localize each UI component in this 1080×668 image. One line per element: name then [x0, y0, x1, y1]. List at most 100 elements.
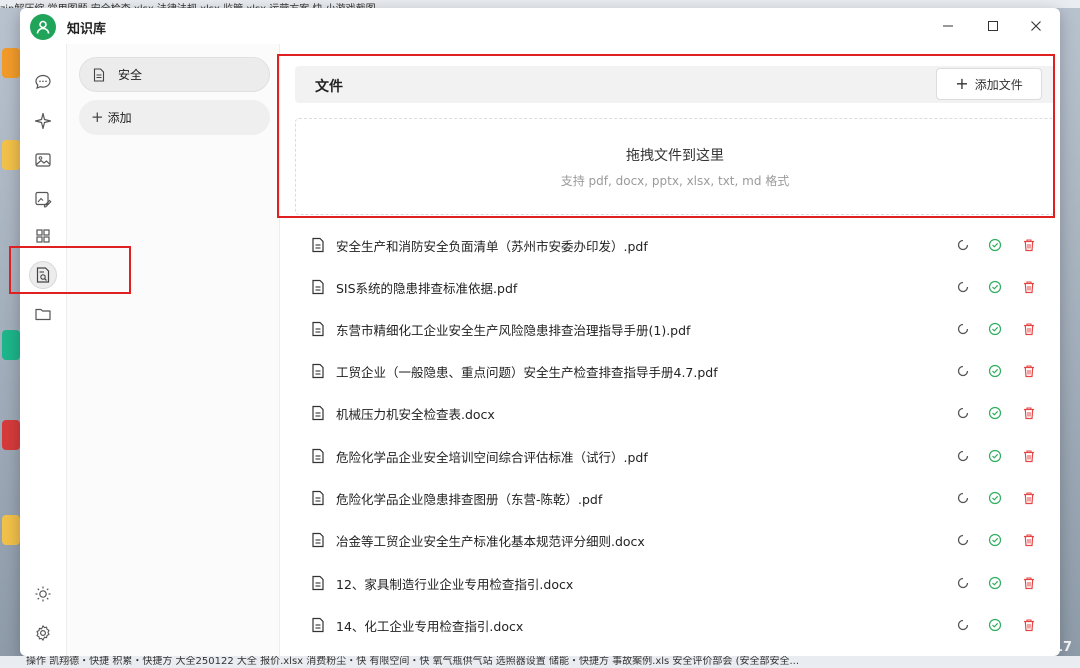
plus-icon: + — [91, 108, 104, 126]
file-row[interactable]: 安全生产和消防安全负面清单（苏州市安委办印发）.pdf — [310, 224, 1040, 266]
file-name: 冶金等工贸企业安全生产标准化基本规范评分细则.docx — [336, 533, 645, 549]
file-row[interactable]: 12、家具制造行业企业专用检查指引.docx — [310, 562, 1040, 604]
plus-icon: + — [955, 74, 969, 93]
refresh-icon[interactable] — [954, 447, 972, 465]
delete-trash-icon[interactable] — [1020, 278, 1038, 296]
file-icon — [312, 363, 324, 379]
desktop-taskbar-text: 操作 凯翔德・快捷 积累・快捷方 大全250122 大全 报价.xlsx 消费粉… — [0, 656, 1080, 668]
desktop-folder-icon[interactable] — [2, 515, 20, 545]
files-header: 文件 + 添加文件 — [295, 66, 1055, 103]
maximize-icon[interactable] — [978, 14, 1008, 38]
file-row[interactable]: 危险化学品企业安全培训空间综合评估标准（试行）.pdf — [310, 435, 1040, 477]
knowledge-base-list-panel: 安全 + 添加 — [66, 44, 280, 656]
refresh-icon[interactable] — [954, 320, 972, 338]
row-actions — [954, 616, 1040, 634]
knowledge-base-icon[interactable] — [29, 261, 57, 289]
kb-item-label: 安全 — [118, 68, 143, 82]
check-circle-icon — [986, 278, 1004, 296]
file-name: 安全生产和消防安全负面清单（苏州市安委办印发）.pdf — [336, 238, 648, 254]
theme-sun-icon[interactable] — [29, 580, 57, 608]
user-avatar-icon[interactable] — [30, 14, 56, 40]
check-circle-icon — [986, 320, 1004, 338]
row-actions — [954, 404, 1040, 422]
refresh-icon[interactable] — [954, 236, 972, 254]
file-dropzone[interactable]: 拖拽文件到这里 支持 pdf, docx, pptx, xlsx, txt, m… — [295, 118, 1055, 215]
add-kb-label: 添加 — [107, 111, 132, 125]
check-circle-icon — [986, 531, 1004, 549]
settings-gear-icon[interactable] — [29, 619, 57, 647]
minimize-icon[interactable] — [933, 14, 963, 38]
file-name: 危险化学品企业隐患排查图册（东营-陈乾）.pdf — [336, 491, 603, 507]
refresh-icon[interactable] — [954, 616, 972, 634]
file-row[interactable]: 东营市精细化工企业安全生产风险隐患排查治理指导手册(1).pdf — [310, 308, 1040, 350]
refresh-icon[interactable] — [954, 278, 972, 296]
delete-trash-icon[interactable] — [1020, 574, 1038, 592]
kb-item-safety[interactable]: 安全 — [79, 57, 270, 92]
refresh-icon[interactable] — [954, 362, 972, 380]
desktop-shield-icon[interactable] — [2, 330, 20, 360]
side-rail — [20, 44, 66, 656]
close-icon[interactable] — [1021, 14, 1051, 38]
file-icon — [312, 237, 324, 253]
knowledge-base-window: 知识库 安全 + 添加 文件 + 添加文件 拖拽文件到这里 支持 pdf, do… — [20, 8, 1060, 656]
file-name: SIS系统的隐患排查标准依据.pdf — [336, 280, 518, 296]
row-actions — [954, 531, 1040, 549]
row-actions — [954, 320, 1040, 338]
check-circle-icon — [986, 574, 1004, 592]
file-row[interactable]: 危险化学品企业隐患排查图册（东营-陈乾）.pdf — [310, 477, 1040, 519]
file-icon — [312, 617, 324, 633]
file-icon — [312, 448, 324, 464]
delete-trash-icon[interactable] — [1020, 447, 1038, 465]
file-icon — [312, 279, 324, 295]
sparkle-icon[interactable] — [29, 107, 57, 135]
delete-trash-icon[interactable] — [1020, 320, 1038, 338]
window-title: 知识库 — [67, 22, 107, 37]
watermark: CSDN @lemus17 — [951, 640, 1072, 655]
row-actions — [954, 447, 1040, 465]
refresh-icon[interactable] — [954, 531, 972, 549]
file-name: 12、家具制造行业企业专用检查指引.docx — [336, 576, 574, 592]
check-circle-icon — [986, 236, 1004, 254]
file-row[interactable]: SIS系统的隐患排查标准依据.pdf — [310, 266, 1040, 308]
refresh-icon[interactable] — [954, 404, 972, 422]
image-edit-icon[interactable] — [29, 185, 57, 213]
file-icon — [312, 575, 324, 591]
apps-grid-icon[interactable] — [29, 222, 57, 250]
desktop-app-icon[interactable] — [2, 48, 20, 78]
check-circle-icon — [986, 404, 1004, 422]
image-icon[interactable] — [29, 146, 57, 174]
file-name: 14、化工企业专用检查指引.docx — [336, 618, 524, 634]
row-actions — [954, 362, 1040, 380]
add-file-button[interactable]: + 添加文件 — [936, 68, 1042, 100]
title-bar: 知识库 — [20, 8, 1060, 44]
file-row[interactable]: 14、化工企业专用检查指引.docx — [310, 604, 1040, 646]
delete-trash-icon[interactable] — [1020, 489, 1038, 507]
delete-trash-icon[interactable] — [1020, 236, 1038, 254]
check-circle-icon — [986, 447, 1004, 465]
desktop-top-strip: zip解压缩 常用图题 安全检查.xlsx 法律法规.xlsx 监管.xlsx … — [0, 0, 1080, 8]
file-row[interactable]: 冶金等工贸企业安全生产标准化基本规范评分细则.docx — [310, 519, 1040, 561]
files-main: 文件 + 添加文件 拖拽文件到这里 支持 pdf, docx, pptx, xl… — [280, 44, 1060, 656]
refresh-icon[interactable] — [954, 489, 972, 507]
desktop-app-icon[interactable] — [2, 420, 20, 450]
file-name: 工贸企业（一般隐患、重点问题）安全生产检查排查指导手册4.7.pdf — [336, 364, 718, 380]
file-row[interactable]: 机械压力机安全检查表.docx — [310, 392, 1040, 434]
file-name: 东营市精细化工企业安全生产风险隐患排查治理指导手册(1).pdf — [336, 322, 691, 338]
files-title: 文件 — [315, 79, 343, 95]
file-name: 机械压力机安全检查表.docx — [336, 406, 495, 422]
file-name: 危险化学品企业安全培训空间综合评估标准（试行）.pdf — [336, 449, 648, 465]
file-row[interactable]: 工贸企业（一般隐患、重点问题）安全生产检查排查指导手册4.7.pdf — [310, 350, 1040, 392]
add-file-label: 添加文件 — [974, 77, 1023, 92]
row-actions — [954, 574, 1040, 592]
check-circle-icon — [986, 489, 1004, 507]
delete-trash-icon[interactable] — [1020, 531, 1038, 549]
delete-trash-icon[interactable] — [1020, 616, 1038, 634]
folder-icon[interactable] — [29, 300, 57, 328]
delete-trash-icon[interactable] — [1020, 362, 1038, 380]
desktop-folder-icon[interactable] — [2, 140, 20, 170]
delete-trash-icon[interactable] — [1020, 404, 1038, 422]
refresh-icon[interactable] — [954, 574, 972, 592]
dropzone-title: 拖拽文件到这里 — [626, 148, 724, 164]
chat-icon[interactable] — [29, 68, 57, 96]
add-kb-button[interactable]: + 添加 — [79, 100, 270, 135]
